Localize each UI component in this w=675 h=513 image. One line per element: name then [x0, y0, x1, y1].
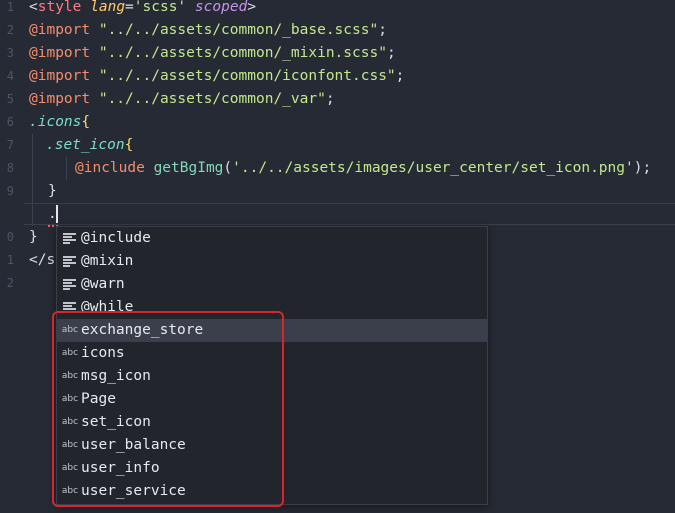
token: } [29, 229, 38, 245]
token: < [29, 0, 38, 15]
line-number: 0 [6, 230, 14, 244]
suggestion-item[interactable]: @include [57, 227, 487, 250]
token: ); [633, 160, 652, 176]
token: .icons [29, 114, 82, 130]
token: ( [223, 160, 233, 176]
line-number: 3 [6, 46, 14, 60]
keyword-icon [63, 233, 76, 244]
line-number: 7 [6, 138, 14, 152]
token: lang [90, 0, 126, 15]
keyword-icon [63, 256, 76, 267]
line-number-gutter: 1 2 3 4 5 6 7 8 9 0 1 2 [0, 0, 14, 513]
code-line-12: </s [29, 249, 55, 272]
indent-guide [66, 157, 67, 180]
suggestion-item[interactable]: @warn [57, 273, 487, 296]
line-number: 6 [6, 115, 14, 129]
text-cursor [56, 205, 58, 223]
token: ; [325, 91, 335, 107]
token: "../../assets/common/_var" [98, 91, 326, 107]
token: ; [386, 45, 396, 61]
line-number: 2 [6, 276, 14, 290]
code-editor[interactable]: 1 2 3 4 5 6 7 8 9 0 1 2 <style lang='scs… [0, 0, 675, 513]
token: "../../assets/common/_mixin.scss" [98, 45, 387, 61]
token: } [48, 183, 57, 199]
token: @include [75, 160, 145, 176]
code-line-6: .icons{ [29, 111, 90, 134]
token: { [81, 114, 91, 130]
token: @import [29, 91, 91, 107]
code-line-1: <style lang='scss' scoped> [29, 0, 256, 19]
code-line-9: } [48, 180, 57, 203]
token: "../../assets/common/_base.scss" [98, 22, 379, 38]
token: '../../assets/images/user_center/set_ico… [232, 160, 634, 176]
token: @import [29, 45, 91, 61]
token: style [37, 0, 82, 15]
suggestion-label: @warn [81, 276, 125, 292]
code-line-11: } [29, 226, 38, 249]
token: > [247, 0, 257, 15]
token: getBgImg [153, 160, 224, 176]
line-number: 5 [6, 92, 14, 106]
keyword-icon [63, 279, 76, 290]
line-number: 1 [6, 253, 14, 267]
suggestion-item[interactable]: @mixin [57, 250, 487, 273]
token: </s [29, 252, 56, 268]
code-line-2: @import "../../assets/common/_base.scss"… [29, 19, 387, 42]
suggestion-label: @mixin [81, 253, 134, 269]
code-line-7: .set_icon{ [46, 134, 133, 157]
current-line-highlight [24, 203, 675, 225]
token: .set_icon [46, 137, 125, 153]
code-line-8: @include getBgImg('../../assets/images/u… [75, 157, 651, 180]
line-number: 1 [6, 0, 14, 14]
red-annotation-box [52, 311, 284, 507]
code-line-4: @import "../../assets/common/iconfont.cs… [29, 65, 404, 88]
line-number: 2 [6, 23, 14, 37]
line-number: 8 [6, 161, 14, 175]
token: @import [29, 68, 91, 84]
line-number: 9 [6, 184, 14, 198]
token: ; [395, 68, 405, 84]
token: ; [378, 22, 387, 38]
suggestion-label: @include [81, 230, 151, 246]
token: scoped [194, 0, 248, 15]
token: @import [29, 22, 91, 38]
line-number: 4 [6, 69, 14, 83]
token: 'scss' [133, 0, 187, 15]
token: { [124, 137, 134, 153]
code-line-5: @import "../../assets/common/_var"; [29, 88, 335, 111]
token: = [125, 0, 134, 15]
token: "../../assets/common/iconfont.css" [98, 68, 396, 84]
code-line-3: @import "../../assets/common/_mixin.scss… [29, 42, 396, 65]
